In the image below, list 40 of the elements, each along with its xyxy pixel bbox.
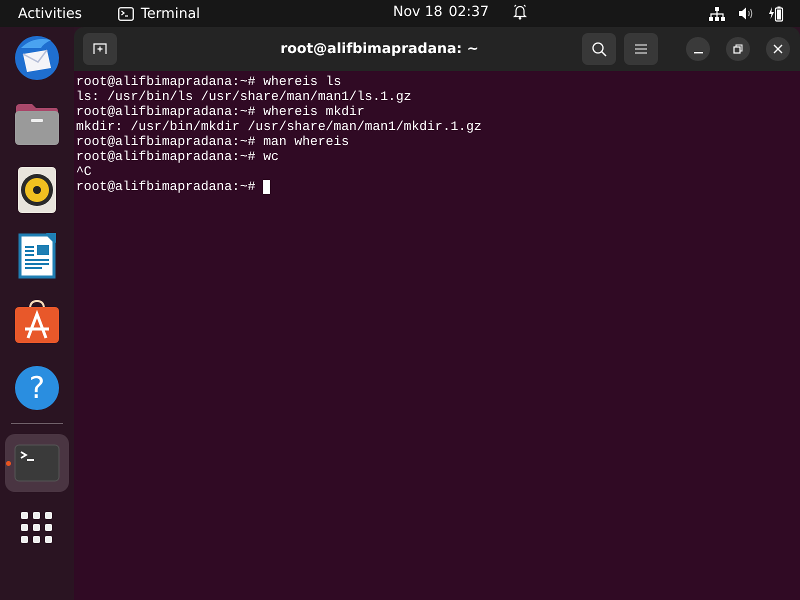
terminal-icon <box>14 444 60 482</box>
terminal-line: ls: /usr/bin/ls /usr/share/man/man1/ls.1.gz <box>76 89 412 104</box>
speaker-icon <box>18 167 56 213</box>
menu-button[interactable] <box>624 33 658 65</box>
volume-icon[interactable] <box>739 7 754 20</box>
time-text[interactable]: 02:37 <box>448 4 489 20</box>
terminal-line: root@alifbimapradana:~# wc <box>76 149 279 164</box>
maximize-button[interactable] <box>726 37 750 61</box>
search-button[interactable] <box>582 33 616 65</box>
network-icon[interactable] <box>709 6 725 20</box>
terminal-line: mkdir: /usr/bin/mkdir /usr/share/man/man1/mkdir.1.gz <box>76 119 482 134</box>
menu-icon <box>635 44 647 54</box>
close-button[interactable] <box>766 37 790 61</box>
app-menu[interactable]: Terminal <box>118 6 200 22</box>
restore-icon <box>733 44 743 54</box>
battery-icon[interactable] <box>768 6 784 22</box>
minimize-icon <box>694 52 702 54</box>
help-icon: ? <box>15 366 59 410</box>
folder-icon <box>14 102 60 146</box>
date-text[interactable]: Nov 18 <box>393 4 443 20</box>
window-title: root@alifbimapradana: ~ <box>279 41 480 57</box>
bird-mail-icon <box>13 34 61 82</box>
running-indicator <box>6 461 11 466</box>
app-grid-icon[interactable] <box>21 512 53 544</box>
minimize-button[interactable] <box>686 37 710 61</box>
terminal-line: root@alifbimapradana:~# whereis mkdir <box>76 104 365 119</box>
bell-icon[interactable] <box>512 4 527 20</box>
terminal-line: root@alifbimapradana:~# man whereis <box>76 134 350 149</box>
document-icon <box>18 233 56 279</box>
close-icon <box>773 44 783 54</box>
search-icon <box>592 42 606 56</box>
terminal-line: root@alifbimapradana:~# <box>76 179 256 194</box>
terminal-line: ^C <box>76 164 92 179</box>
text-cursor <box>263 180 270 194</box>
new-tab-icon <box>93 43 107 55</box>
activities-button[interactable]: Activities <box>18 6 82 22</box>
terminal-icon <box>118 6 134 20</box>
shopping-bag-icon <box>14 300 60 344</box>
terminal-line: root@alifbimapradana:~# whereis ls <box>76 74 342 89</box>
new-tab-button[interactable] <box>83 33 117 65</box>
